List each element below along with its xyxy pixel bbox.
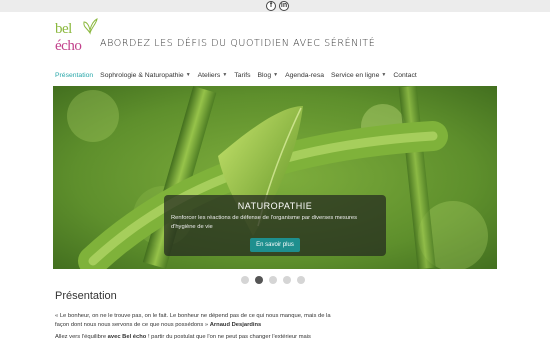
chevron-down-icon: ▼ — [222, 72, 228, 78]
nav-item-label: Sophrologie & Naturopathie — [100, 71, 184, 79]
nav-item-label: Ateliers — [197, 71, 221, 79]
chevron-down-icon: ▼ — [185, 72, 191, 78]
nav-item-label: Tarifs — [234, 71, 251, 79]
main-navigation: Présentation Sophrologie & Naturopathie ▼ A… — [55, 69, 424, 81]
chevron-down-icon: ▼ — [381, 72, 387, 78]
nav-item-contact[interactable]: Contact — [393, 72, 416, 79]
site-tagline: ABORDEZ LES DÉFIS DU QUOTIDIEN AVEC SÉRÉ… — [100, 38, 376, 49]
logo-echo-text: écho — [55, 38, 82, 54]
slider-dot[interactable] — [255, 276, 263, 284]
nav-item-blog[interactable]: Blog ▼ — [258, 72, 279, 79]
nav-item-label: Blog — [257, 71, 272, 79]
slider-dot[interactable] — [283, 276, 291, 284]
slider-pagination — [241, 276, 311, 284]
nav-item-sophrologie-naturopathie[interactable]: Sophrologie & Naturopathie ▼ — [100, 72, 190, 79]
section-title: Présentation — [55, 290, 117, 302]
linkedin-icon[interactable]: in — [279, 1, 289, 11]
slide-title: NATUROPATHIE — [237, 201, 313, 211]
nav-item-label: Présentation — [55, 71, 94, 79]
butterfly-icon — [83, 18, 98, 35]
slider-dot[interactable] — [241, 276, 249, 284]
nav-item-service-en-ligne[interactable]: Service en ligne ▼ — [331, 72, 386, 79]
quote-author: Arnaud Desjardins — [209, 321, 262, 328]
slider-dot[interactable] — [269, 276, 277, 284]
quote-text: « Le bonheur, on ne le trouve pas, on le… — [55, 313, 331, 328]
top-bar: f in — [0, 0, 550, 12]
slide-description: Renforcer les réactions de défense de l'… — [171, 215, 358, 230]
logo-bel-text: bel — [55, 21, 72, 37]
slide-caption: NATUROPATHIE Renforcer les réactions de … — [164, 195, 386, 256]
chevron-down-icon: ▼ — [273, 72, 279, 78]
intro-paragraph: Allez vers l'équilibre avec Bel écho ! p… — [55, 333, 345, 342]
intro-bold: avec Bel écho — [107, 334, 147, 340]
slider-dot[interactable] — [297, 276, 305, 284]
nav-item-label: Service en ligne — [331, 71, 380, 79]
nav-item-agenda-resa[interactable]: Agenda-resa — [285, 72, 324, 79]
read-more-button[interactable]: En savoir plus — [250, 238, 300, 252]
nav-item-ateliers[interactable]: Ateliers ▼ — [198, 72, 228, 79]
nav-item-label: Contact — [393, 71, 417, 79]
intro-end: ! partir du postulat que l'on ne peut pa… — [146, 334, 311, 340]
nav-item-pr-sentation[interactable]: Présentation — [55, 72, 93, 79]
nav-item-label: Agenda-resa — [285, 71, 324, 79]
nav-item-tarifs[interactable]: Tarifs — [234, 72, 250, 79]
quote-paragraph: « Le bonheur, on ne le trouve pas, on le… — [55, 312, 345, 329]
site-logo[interactable]: bel écho — [55, 18, 101, 60]
facebook-icon[interactable]: f — [266, 1, 276, 11]
intro-start: Allez vers l'équilibre — [55, 334, 108, 340]
